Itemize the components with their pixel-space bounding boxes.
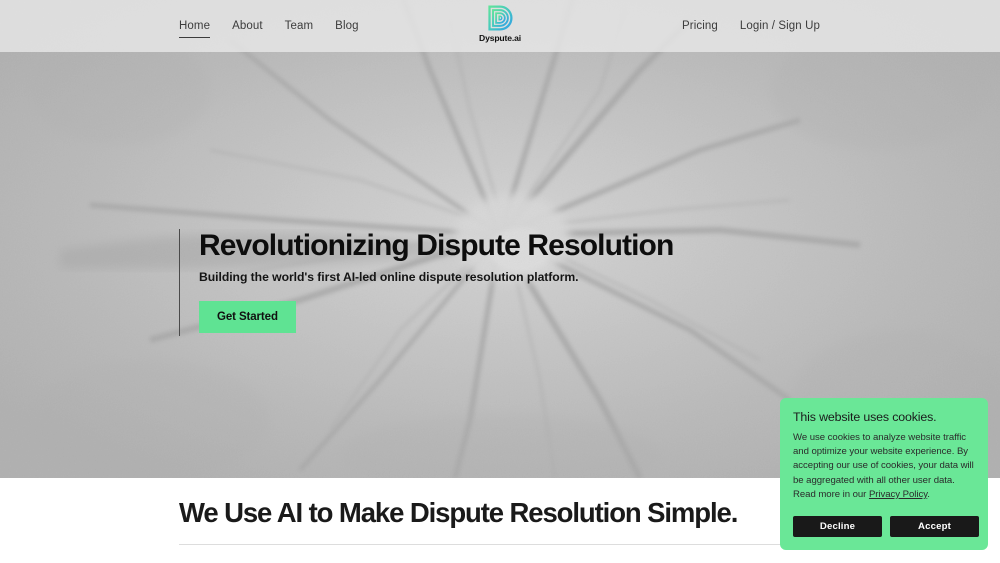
get-started-button[interactable]: Get Started [199,301,296,333]
hero-headline: Revolutionizing Dispute Resolution [199,229,674,262]
privacy-policy-link[interactable]: Privacy Policy [869,489,927,500]
cookie-body-text-end: . [927,488,930,500]
decline-cookies-button[interactable]: Decline [793,516,882,537]
nav-item-blog[interactable]: Blog [335,19,358,37]
site-header: Home About Team Blog Dyspute.ai Pricing … [0,0,1000,52]
nav-item-team[interactable]: Team [285,19,314,37]
nav-item-login-signup[interactable]: Login / Sign Up [740,19,820,37]
cookie-consent-banner: This website uses cookies. We use cookie… [780,398,988,550]
hero-subheadline: Building the world's first AI-led online… [199,270,579,284]
logo-wordmark: Dyspute.ai [479,33,521,43]
nav-item-about[interactable]: About [232,19,263,37]
secondary-nav: Pricing Login / Sign Up [682,19,820,37]
hero-content: Revolutionizing Dispute Resolution Build… [179,229,674,336]
section-divider [179,544,821,545]
primary-nav: Home About Team Blog [179,19,359,38]
accept-cookies-button[interactable]: Accept [890,516,979,537]
features-inner: We Use AI to Make Dispute Resolution Sim… [179,497,821,545]
site-logo[interactable]: Dyspute.ai [479,4,521,43]
cookie-banner-body: We use cookies to analyze website traffi… [793,431,975,502]
cookie-banner-actions: Decline Accept [793,516,979,537]
section-heading: We Use AI to Make Dispute Resolution Sim… [179,497,738,528]
page-root: Home About Team Blog Dyspute.ai Pricing … [0,0,1000,563]
dyspute-d-logo-icon [488,5,513,31]
cookie-banner-title: This website uses cookies. [793,410,937,424]
nav-item-home[interactable]: Home [179,19,211,38]
nav-item-pricing[interactable]: Pricing [682,19,718,37]
